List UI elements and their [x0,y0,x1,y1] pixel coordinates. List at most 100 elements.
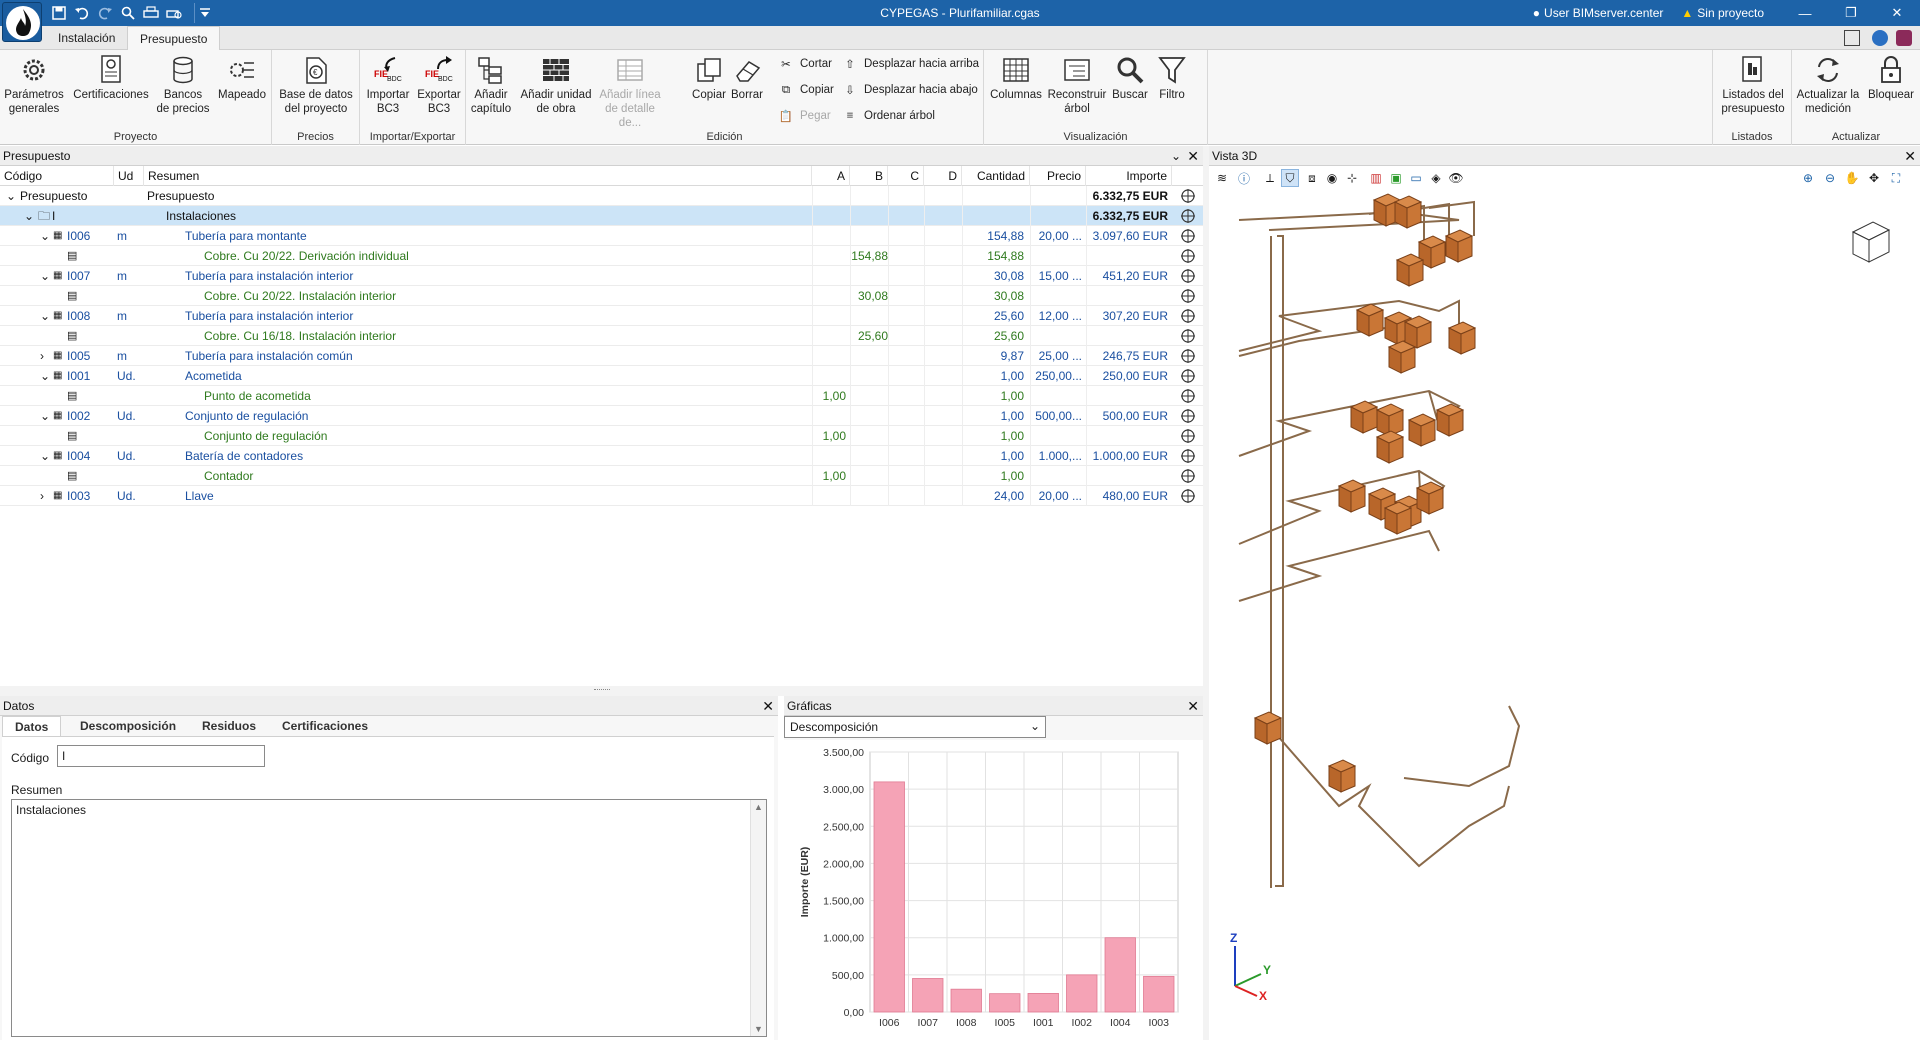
locate-target-icon[interactable] [1181,389,1195,403]
borrar-button[interactable]: Borrar [728,52,766,102]
column-b[interactable]: B [850,166,888,186]
listados-presupuesto-button[interactable]: Listados del presupuesto [1717,52,1789,116]
expand-chevron-icon[interactable]: › [40,346,52,366]
collapse-chevron-icon[interactable]: ⌄ [6,186,18,206]
collapse-chevron-icon[interactable]: ⌄ [40,366,52,386]
anadir-linea-detalle-button[interactable]: Añadir línea de detalle de... [594,52,666,130]
layout-icon[interactable] [1844,30,1860,46]
close-window-button[interactable]: ✕ [1874,0,1920,26]
anadir-capitulo-button[interactable]: Añadir capítulo [470,52,512,116]
buscar-button[interactable]: Buscar [1108,52,1152,102]
table-row[interactable]: ▤ Contador 1,00 1,00 [0,466,1203,486]
tab-presupuesto[interactable]: Presupuesto [127,26,221,51]
horizontal-splitter[interactable] [0,686,1203,696]
base-datos-proyecto-button[interactable]: € Base de datos del proyecto [276,52,356,116]
globe-icon[interactable] [1872,30,1888,46]
locate-target-icon[interactable] [1181,329,1195,343]
column-precio[interactable]: Precio [1030,166,1086,186]
column-codigo[interactable]: Código [0,166,114,186]
tab-residuos[interactable]: Residuos [190,716,268,736]
table-row[interactable]: ▤ Cobre. Cu 20/22. Derivación individual 1… [0,246,1203,266]
desplazar-arriba-button[interactable]: ⇧ Desplazar hacia arriba [842,56,979,72]
copiar-small-button[interactable]: ⧉ Copiar [778,82,834,98]
user-indicator[interactable]: ● User BIMserver.center [1533,6,1664,20]
column-importe[interactable]: Importe [1086,166,1172,186]
minimize-button[interactable]: — [1782,0,1828,26]
column-d[interactable]: D [924,166,962,186]
locate-target-icon[interactable] [1181,429,1195,443]
bloquear-button[interactable]: Bloquear [1864,52,1918,102]
close-icon[interactable]: ✕ [762,696,774,716]
table-row[interactable]: ⌄ 🗀 I Instalaciones 6.332,75 EUR [0,206,1203,226]
scrollbar[interactable]: ▲ ▼ [750,800,766,1036]
collapse-chevron-icon[interactable]: ⌄ [24,206,36,226]
locate-target-icon[interactable] [1181,189,1195,203]
locate-target-icon[interactable] [1181,229,1195,243]
table-row[interactable]: ▤ Cobre. Cu 20/22. Instalación interior 30… [0,286,1203,306]
table-row[interactable]: ⌄ ▦ I001 Ud. Acometida 1,00 250,00... 250,00 EU… [0,366,1203,386]
cortar-button[interactable]: ✂ Cortar [778,56,832,72]
table-row[interactable]: › ▦ I005 m Tubería para instalación común 9,8… [0,346,1203,366]
table-row[interactable]: ▤ Cobre. Cu 16/18. Instalación interior 25… [0,326,1203,346]
table-row[interactable]: ⌄ ▦ I004 Ud. Batería de contadores 1,00 1.000,… [0,446,1203,466]
library-icon[interactable] [1896,30,1912,46]
collapse-chevron-icon[interactable]: ⌄ [40,226,52,246]
table-row[interactable]: ⌄ ▦ I007 m Tubería para instalación interior… [0,266,1203,286]
locate-target-icon[interactable] [1181,449,1195,463]
collapse-chevron-icon[interactable]: ⌄ [40,446,52,466]
pegar-button[interactable]: 📋 Pegar [778,108,831,124]
exportar-bc3-button[interactable]: FIE BDC Exportar BC3 [414,52,464,116]
reconstruir-arbol-button[interactable]: Reconstruir árbol [1046,52,1108,116]
locate-target-icon[interactable] [1181,289,1195,303]
app-menu-button[interactable] [2,2,42,42]
table-row[interactable]: ▤ Conjunto de regulación 1,00 1,00 [0,426,1203,446]
column-cantidad[interactable]: Cantidad [962,166,1030,186]
tab-datos[interactable]: Datos [2,716,62,736]
close-icon[interactable]: ✕ [1187,696,1199,716]
anadir-unidad-obra-button[interactable]: Añadir unidad de obra [516,52,596,116]
column-c[interactable]: C [888,166,924,186]
locate-target-icon[interactable] [1181,489,1195,503]
column-a[interactable]: A [812,166,850,186]
chart-type-select[interactable]: Descomposición ⌄ [784,716,1046,738]
locate-target-icon[interactable] [1181,469,1195,483]
locate-target-icon[interactable] [1181,249,1195,263]
columnas-button[interactable]: Columnas [988,52,1044,102]
close-icon[interactable]: ✕ [1187,146,1199,166]
tab-descomposicion[interactable]: Descomposición [68,716,188,736]
parametros-generales-button[interactable]: Parámetros generales [2,52,66,116]
actualizar-medicion-button[interactable]: Actualizar la medición [1794,52,1862,116]
collapse-chevron-icon[interactable]: ⌄ [40,406,52,426]
expand-chevron-icon[interactable]: › [40,486,52,506]
vista3d-viewport[interactable]: ≋ ⓘ ⟂ ⛉ ⧈ ◉ ⊹ ▥ ▣ ▭ ◈ 👁 ⊕ ⊖ ✋ ✥ ⛶ ZYX [1209,166,1920,1040]
table-row[interactable]: ⌄ ▦ I008 m Tubería para instalación interior… [0,306,1203,326]
locate-target-icon[interactable] [1181,269,1195,283]
locate-target-icon[interactable] [1181,209,1195,223]
column-ud[interactable]: Ud [114,166,144,186]
codigo-field[interactable]: I [57,745,265,767]
certificaciones-button[interactable]: Certificaciones [70,52,152,102]
importar-bc3-button[interactable]: FIE BDC Importar BC3 [363,52,413,116]
table-row[interactable]: ⌄ ▦ I006 m Tubería para montante 154,88 20,00 … [0,226,1203,246]
restore-button[interactable]: ❐ [1828,0,1874,26]
table-row[interactable]: › ▦ I003 Ud. Llave 24,00 20,00 ... 480,00 EUR [0,486,1203,506]
ordenar-arbol-button[interactable]: ≡ Ordenar árbol [842,108,935,124]
copiar-button[interactable]: Copiar [690,52,728,102]
tab-instalacion[interactable]: Instalación [46,26,127,50]
project-indicator[interactable]: ▲ Sin proyecto [1681,6,1764,20]
locate-target-icon[interactable] [1181,409,1195,423]
tab-certificaciones[interactable]: Certificaciones [270,716,380,736]
desplazar-abajo-button[interactable]: ⇩ Desplazar hacia abajo [842,82,978,98]
collapse-chevron-icon[interactable]: ⌄ [40,266,52,286]
locate-target-icon[interactable] [1181,309,1195,323]
collapse-chevron-icon[interactable]: ⌄ [40,306,52,326]
column-resumen[interactable]: Resumen [144,166,812,186]
locate-target-icon[interactable] [1181,349,1195,363]
resumen-textarea[interactable]: Instalaciones ▲ ▼ [11,799,767,1037]
close-icon[interactable]: ✕ [1904,146,1916,166]
table-row[interactable]: ⌄ ▦ I002 Ud. Conjunto de regulación 1,00 500,0… [0,406,1203,426]
panel-menu-icon[interactable]: ⌄ [1171,146,1181,166]
filtro-button[interactable]: Filtro [1152,52,1192,102]
mapeado-button[interactable]: Mapeado [214,52,270,102]
table-row[interactable]: ▤ Punto de acometida 1,00 1,00 [0,386,1203,406]
